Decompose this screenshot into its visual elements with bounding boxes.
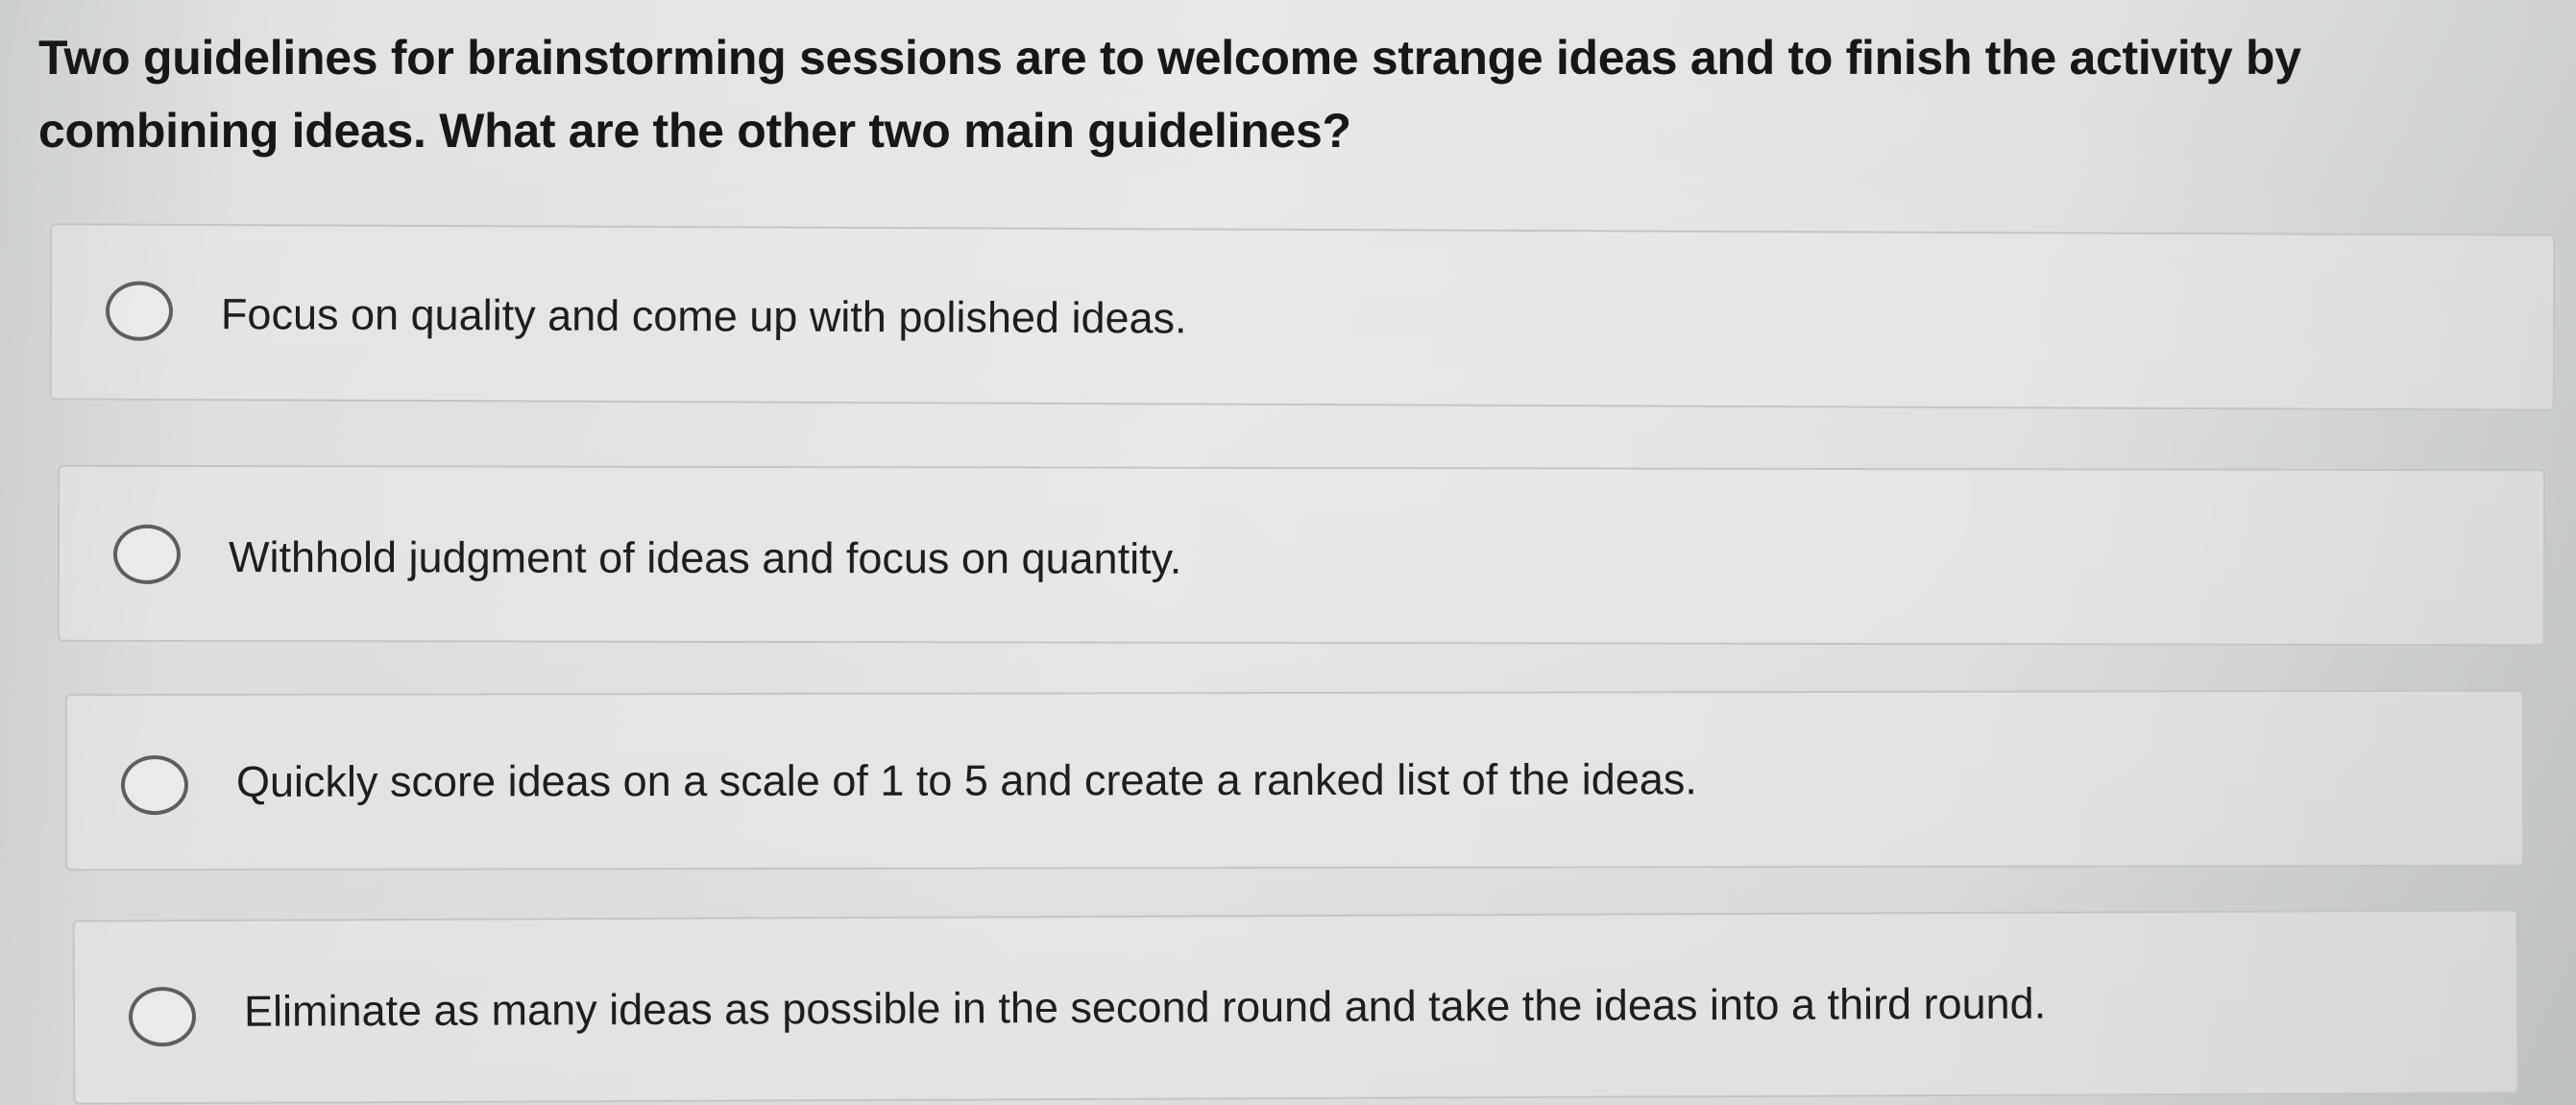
answer-option-3-label: Quickly score ideas on a scale of 1 to 5…: [235, 754, 1697, 806]
answer-option-4-label: Eliminate as many ideas as possible in t…: [243, 978, 2047, 1036]
radio-button-2[interactable]: [112, 524, 182, 584]
answer-option-1[interactable]: Focus on quality and come up with polish…: [49, 223, 2556, 411]
answer-option-3[interactable]: Quickly score ideas on a scale of 1 to 5…: [64, 689, 2525, 872]
radio-button-3[interactable]: [120, 755, 189, 816]
answer-option-4[interactable]: Eliminate as many ideas as possible in t…: [72, 909, 2519, 1105]
radio-button-1[interactable]: [105, 281, 174, 341]
answer-option-2-label: Withhold judgment of ideas and focus on …: [228, 532, 1182, 583]
radio-button-4[interactable]: [128, 986, 197, 1047]
answer-option-1-label: Focus on quality and come up with polish…: [220, 289, 1187, 343]
answer-option-2[interactable]: Withhold judgment of ideas and focus on …: [57, 464, 2546, 647]
question-text: Two guidelines for brainstorming session…: [38, 31, 2301, 158]
